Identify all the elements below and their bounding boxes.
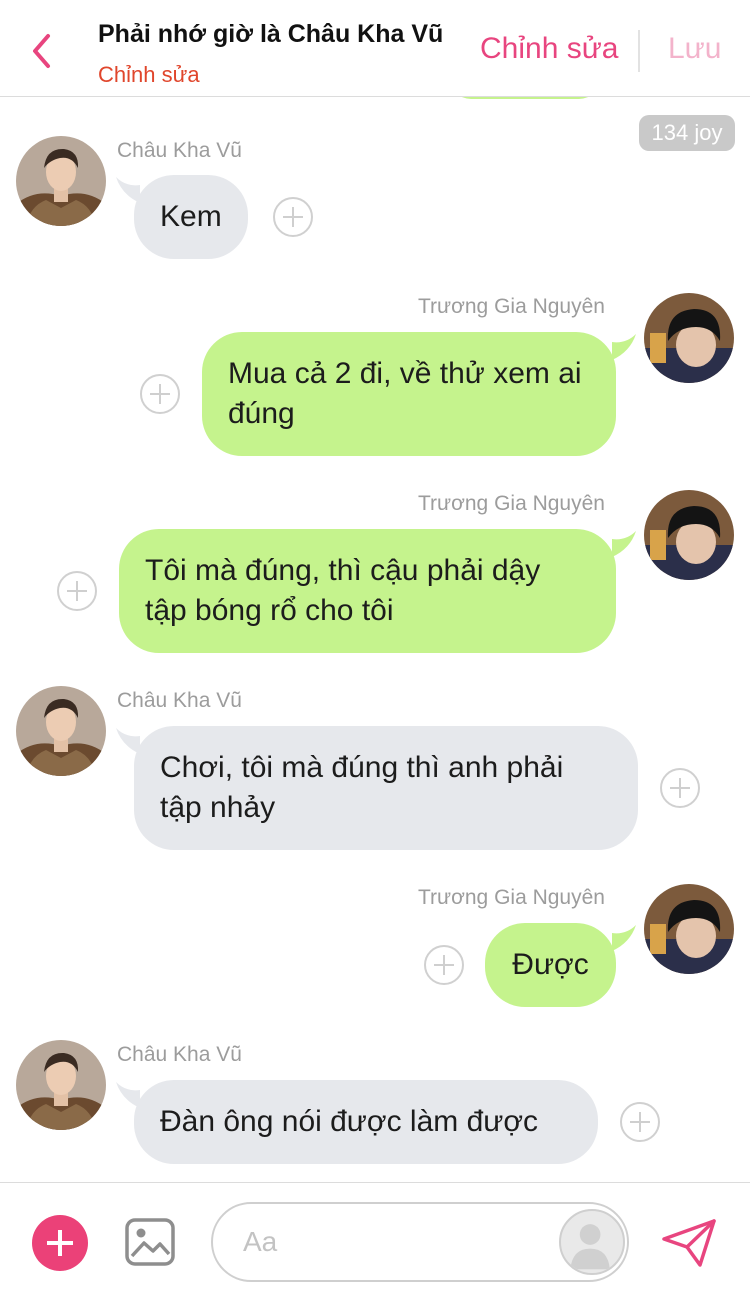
chat-header: Phải nhớ giờ là Châu Kha Vũ Chỉnh sửa Ch… (0, 0, 750, 97)
message-bubble[interactable]: Mua cả 2 đi, về thử xem ai đúng (202, 332, 616, 456)
edit-button[interactable]: Chỉnh sửa (480, 32, 619, 66)
avatar-truong-gia-nguyen[interactable] (644, 884, 734, 974)
react-button[interactable] (57, 571, 97, 611)
react-button[interactable] (660, 768, 700, 808)
avatar-truong-gia-nguyen[interactable] (644, 490, 734, 580)
sender-name: Trương Gia Nguyên (418, 492, 605, 515)
sender-name: Trương Gia Nguyên (418, 886, 605, 909)
joy-badge: 134 joy (639, 115, 735, 151)
chat-subtitle[interactable]: Chỉnh sửa (98, 62, 200, 88)
message-input-placeholder: Aa (243, 1226, 278, 1257)
header-divider (638, 30, 640, 72)
user-icon (570, 1224, 610, 1270)
message-bubble[interactable]: Kem (134, 175, 248, 259)
back-button[interactable] (26, 28, 60, 74)
message-bubble[interactable]: Được (485, 923, 616, 1007)
send-icon[interactable] (660, 1217, 718, 1269)
bubble-tail (612, 925, 636, 951)
react-button[interactable] (273, 197, 313, 237)
message-input[interactable]: Aa (211, 1202, 629, 1282)
sender-name: Châu Kha Vũ (117, 1043, 242, 1066)
avatar-chau-kha-vu[interactable] (16, 1040, 106, 1130)
save-button[interactable]: Lưu (668, 32, 721, 66)
message-bubble[interactable]: Đàn ông nói được làm được (134, 1080, 598, 1164)
previous-message-bubble (450, 97, 600, 99)
add-button[interactable] (32, 1215, 88, 1271)
sender-name: Châu Kha Vũ (117, 689, 242, 712)
composer-bar: Aa (0, 1182, 750, 1303)
message-bubble[interactable]: Chơi, tôi mà đúng thì anh phải tập nhảy (134, 726, 638, 850)
avatar-truong-gia-nguyen[interactable] (644, 293, 734, 383)
sender-name: Châu Kha Vũ (117, 139, 242, 162)
react-button[interactable] (140, 374, 180, 414)
chat-title: Phải nhớ giờ là Châu Kha Vũ (98, 20, 444, 48)
sender-name: Trương Gia Nguyên (418, 295, 605, 318)
avatar-chau-kha-vu[interactable] (16, 686, 106, 776)
message-list[interactable]: 134 joy Châu Kha Vũ Kem Trương Gia Nguyê… (0, 97, 750, 1182)
bubble-tail (612, 334, 636, 360)
avatar-chau-kha-vu[interactable] (16, 136, 106, 226)
image-icon[interactable] (124, 1217, 176, 1267)
character-avatar-button[interactable] (559, 1209, 625, 1275)
chevron-left-icon (33, 34, 50, 68)
message-bubble[interactable]: Tôi mà đúng, thì cậu phải dậy tập bóng r… (119, 529, 616, 653)
react-button[interactable] (424, 945, 464, 985)
react-button[interactable] (620, 1102, 660, 1142)
bubble-tail (612, 531, 636, 557)
